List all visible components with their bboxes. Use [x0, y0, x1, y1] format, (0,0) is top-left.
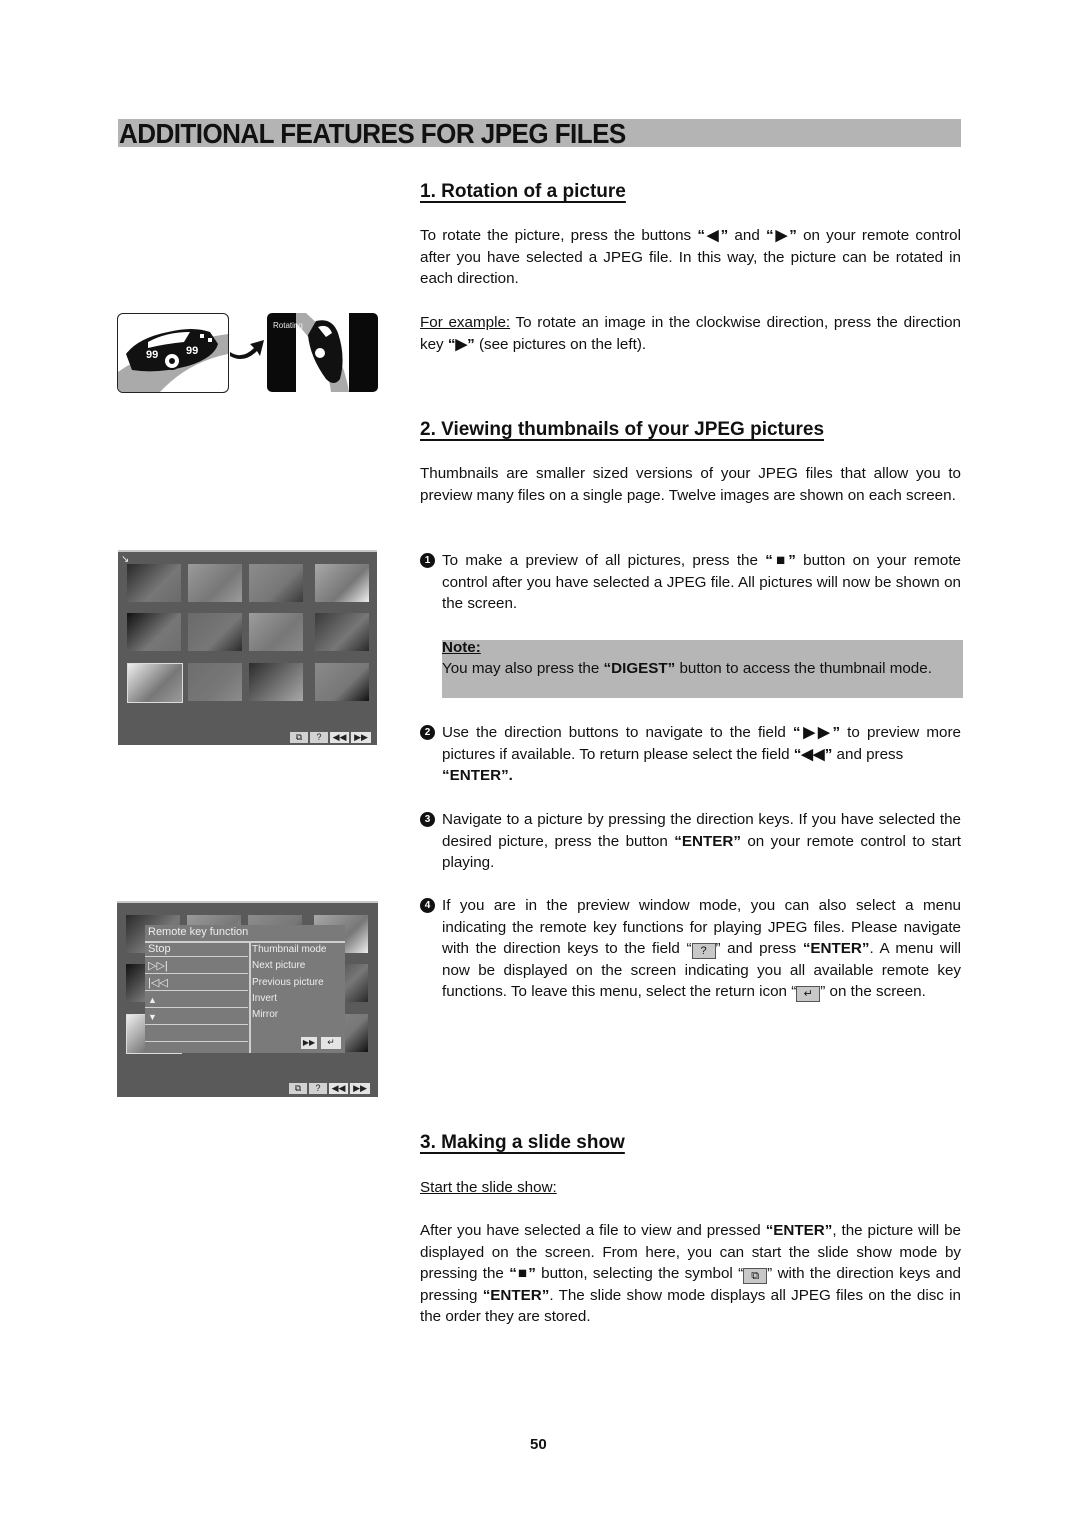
rotate-arrow-icon	[230, 340, 264, 360]
example-label: For example:	[420, 314, 511, 331]
thumbnail-image[interactable]	[249, 663, 303, 701]
thumbnail-image[interactable]	[249, 564, 303, 602]
right-key: “▶”	[766, 227, 797, 244]
help-button[interactable]: ?	[309, 1083, 327, 1094]
menu-return-button[interactable]: ↵	[321, 1037, 341, 1049]
thumbnail-image[interactable]	[315, 663, 369, 701]
screen-toolbar: ⧉ ? ◀◀ ▶▶	[290, 732, 372, 743]
menu-function: Previous picture	[252, 977, 324, 988]
slideshow-paragraph: After you have selected a file to view a…	[420, 1222, 962, 1326]
help-field-icon: ?	[691, 943, 716, 960]
step-number: 1	[420, 553, 435, 568]
section-heading-rotation: 1. Rotation of a picture	[420, 181, 626, 202]
next-page-button[interactable]: ▶▶	[350, 1083, 370, 1094]
menu-function: Invert	[252, 993, 278, 1004]
thumbnail-image[interactable]	[249, 613, 303, 651]
next-page-button[interactable]: ▶▶	[351, 732, 371, 743]
slideshow-button[interactable]: ⧉	[290, 732, 308, 743]
rotation-paragraph: To rotate the picture, press the buttons…	[420, 227, 962, 288]
rotating-label: Rotating	[273, 321, 303, 330]
return-icon: ↵	[796, 986, 821, 1003]
slideshow-symbol-icon: ⧉	[743, 1268, 768, 1285]
thumbnails-intro: Thumbnails are smaller sized versions of…	[420, 465, 961, 504]
rotation-example: For example: To rotate an image in the c…	[420, 314, 961, 353]
rotated-car-image: Rotating	[267, 313, 378, 392]
thumbnail-image[interactable]	[127, 564, 181, 602]
menu-key-empty	[145, 1027, 248, 1042]
svg-text:99: 99	[186, 345, 198, 357]
menu-function: Mirror	[252, 1009, 279, 1020]
menu-key-next: ▷▷|	[145, 959, 248, 974]
slideshow-subheading: Start the slide show:	[420, 1179, 557, 1196]
thumbnail-image[interactable]	[315, 564, 369, 602]
menu-title: Remote key function	[148, 926, 249, 938]
thumbnail-image[interactable]	[127, 663, 183, 703]
prev-page-button[interactable]: ◀◀	[329, 1083, 348, 1094]
thumbnail-image[interactable]	[188, 564, 242, 602]
menu-key-up: ▲	[145, 993, 248, 1008]
menu-function: Next picture	[252, 960, 306, 971]
remote-key-menu: Remote key function Stop ▷▷| |◁◁ ▲ ▼ Thu…	[145, 925, 345, 1053]
page-title: ADDITIONAL FEATURES FOR JPEG FILES	[119, 118, 626, 149]
thumbnail-image[interactable]	[188, 663, 242, 701]
step-2: 2 Use the direction buttons to navigate …	[420, 722, 961, 787]
note-label: Note:	[442, 639, 481, 656]
thumbnail-screen: ↘ ⧉ ? ◀◀ ▶▶	[118, 550, 377, 745]
section-heading-slideshow: 3. Making a slide show	[420, 1132, 625, 1153]
thumbnail-image[interactable]	[127, 613, 181, 651]
left-key: “◀”	[697, 227, 729, 244]
menu-function: Thumbnail mode	[252, 944, 327, 955]
help-button[interactable]: ?	[310, 732, 328, 743]
original-car-image: 99 99	[117, 313, 229, 393]
menu-key-prev: |◁◁	[145, 976, 248, 991]
page-number: 50	[530, 1436, 547, 1453]
slideshow-button[interactable]: ⧉	[289, 1083, 307, 1094]
car-number: 99	[146, 349, 158, 361]
menu-key-stop: Stop	[145, 942, 248, 957]
menu-next-button[interactable]: ▶▶	[301, 1037, 317, 1049]
step-4: 4 If you are in the preview window mode,…	[420, 895, 961, 1003]
prev-page-button[interactable]: ◀◀	[330, 732, 349, 743]
screen-toolbar: ⧉ ? ◀◀ ▶▶	[289, 1083, 371, 1094]
note: Note: You may also press the “DIGEST” bu…	[442, 637, 963, 679]
thumbnail-image[interactable]	[188, 613, 242, 651]
step-1: 1 To make a preview of all pictures, pre…	[420, 550, 961, 615]
thumbnail-image[interactable]	[315, 613, 369, 651]
step-3: 3 Navigate to a picture by pressing the …	[420, 809, 961, 874]
menu-key-down: ▼	[145, 1010, 248, 1025]
section-heading-thumbnails: 2. Viewing thumbnails of your JPEG pictu…	[420, 419, 825, 440]
